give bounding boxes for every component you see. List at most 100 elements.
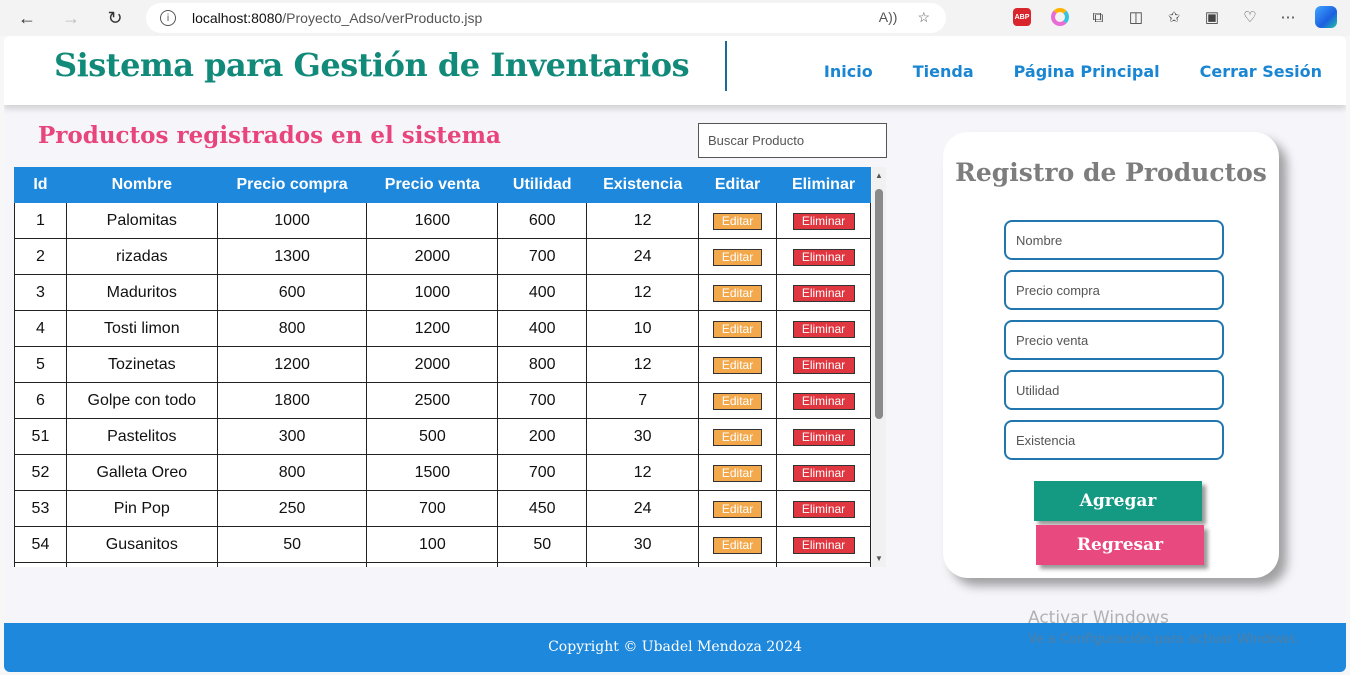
column-header: Precio venta <box>366 167 499 203</box>
address-bar[interactable]: i localhost:8080/Proyecto_Adso/verProduc… <box>146 3 946 33</box>
windows-activation-watermark: Activar Windows Ve a Configuración para … <box>1028 608 1299 647</box>
edit-button[interactable]: Editar <box>713 428 763 446</box>
table-row <box>14 562 871 567</box>
delete-button[interactable]: Eliminar <box>792 248 855 266</box>
cell-nombre: Tozinetas <box>65 346 218 383</box>
edit-button[interactable]: Editar <box>713 284 763 302</box>
nav-tienda[interactable]: Tienda <box>913 62 974 81</box>
cell-utilidad: 700 <box>497 382 588 419</box>
column-header: Existencia <box>586 167 700 203</box>
edit-button[interactable]: Editar <box>713 320 763 338</box>
cell-precio-compra: 250 <box>216 490 368 527</box>
nav-inicio[interactable]: Inicio <box>824 62 873 81</box>
add-button[interactable]: Agregar <box>1034 481 1202 521</box>
search-input[interactable] <box>698 123 887 158</box>
cell-existencia: 12 <box>586 202 700 239</box>
cell-precio-compra: 1000 <box>216 202 368 239</box>
cell-editar: Editar <box>698 202 778 239</box>
delete-button[interactable]: Eliminar <box>792 428 855 446</box>
delete-button[interactable]: Eliminar <box>792 464 855 482</box>
table-scrollbar[interactable]: ▲ ▼ <box>872 167 886 567</box>
favorite-star-icon[interactable]: ☆ <box>917 9 930 26</box>
cell-precio-venta: 2000 <box>366 238 499 275</box>
column-header: Id <box>14 167 67 203</box>
precio-compra-field[interactable] <box>1004 270 1224 310</box>
table-row: 5 Tozinetas 1200 2000 800 12 Editar Eliminar <box>14 346 871 383</box>
extensions-icon[interactable]: ⧉ <box>1086 5 1110 29</box>
products-table: Id Nombre Precio compra Precio venta Uti… <box>14 167 871 567</box>
watermark-line-1: Activar Windows <box>1028 608 1169 628</box>
product-form-panel: Registro de Productos Agregar Regresar <box>943 132 1279 578</box>
cell-nombre: Galleta Oreo <box>65 454 218 491</box>
cell-eliminar: Eliminar <box>776 202 871 239</box>
read-aloud-icon[interactable]: A)) <box>879 9 898 26</box>
cell-precio-venta: 1200 <box>366 310 499 347</box>
back-button[interactable]: Regresar <box>1036 525 1204 565</box>
cell-precio-venta: 1500 <box>366 454 499 491</box>
cell-precio-compra: 300 <box>216 418 368 455</box>
cell-eliminar: Eliminar <box>776 490 871 527</box>
site-info-icon[interactable]: i <box>160 10 176 26</box>
edit-button[interactable]: Editar <box>713 248 763 266</box>
nav-cerrar-sesion[interactable]: Cerrar Sesión <box>1200 62 1322 81</box>
delete-button[interactable]: Eliminar <box>792 356 855 374</box>
edit-button[interactable]: Editar <box>713 536 763 554</box>
nombre-field[interactable] <box>1004 220 1224 260</box>
table-row: 52 Galleta Oreo 800 1500 700 12 Editar Eliminar <box>14 454 871 491</box>
nav-pagina-principal[interactable]: Página Principal <box>1014 62 1160 81</box>
delete-button[interactable]: Eliminar <box>792 320 855 338</box>
edit-button[interactable]: Editar <box>713 356 763 374</box>
cell-utilidad: 50 <box>497 526 588 563</box>
cell-precio-compra: 600 <box>216 274 368 311</box>
edit-button[interactable]: Editar <box>713 464 763 482</box>
delete-button[interactable]: Eliminar <box>792 536 855 554</box>
cell-id: 3 <box>14 274 67 311</box>
browser-essentials-icon[interactable]: ♡ <box>1238 5 1262 29</box>
cell-id: 52 <box>14 454 67 491</box>
cell-precio-compra: 800 <box>216 310 368 347</box>
table-row: 4 Tosti limon 800 1200 400 10 Editar Eliminar <box>14 310 871 347</box>
cell-existencia: 12 <box>586 274 700 311</box>
cell-id: 54 <box>14 526 67 563</box>
delete-button[interactable]: Eliminar <box>792 212 855 230</box>
delete-button[interactable]: Eliminar <box>792 284 855 302</box>
cell-precio-compra: 1300 <box>216 238 368 275</box>
cell-editar: Editar <box>698 490 778 527</box>
cell-existencia: 10 <box>586 310 700 347</box>
utilidad-field[interactable] <box>1004 370 1224 410</box>
more-menu-icon[interactable]: ⋯ <box>1276 5 1300 29</box>
cell-editar: Editar <box>698 526 778 563</box>
edit-button[interactable]: Editar <box>713 392 763 410</box>
favorites-icon[interactable]: ✩ <box>1162 5 1186 29</box>
scroll-down-icon[interactable]: ▼ <box>875 554 883 563</box>
edit-button[interactable]: Editar <box>713 500 763 518</box>
cell-existencia: 12 <box>586 346 700 383</box>
cell-editar: Editar <box>698 454 778 491</box>
products-table-container: Id Nombre Precio compra Precio venta Uti… <box>14 167 886 567</box>
scrollbar-thumb[interactable] <box>875 189 883 419</box>
extension-ring-icon[interactable] <box>1048 5 1072 29</box>
cell-precio-venta: 2500 <box>366 382 499 419</box>
cell-nombre: Pin Pop <box>65 490 218 527</box>
existencia-field[interactable] <box>1004 420 1224 460</box>
split-screen-icon[interactable]: ◫ <box>1124 5 1148 29</box>
cell-eliminar: Eliminar <box>776 274 871 311</box>
copilot-icon[interactable] <box>1314 5 1338 29</box>
collections-icon[interactable]: ▣ <box>1200 5 1224 29</box>
forward-icon[interactable]: → <box>58 5 84 31</box>
adblock-icon[interactable]: ABP <box>1010 5 1034 29</box>
precio-venta-field[interactable] <box>1004 320 1224 360</box>
cell-eliminar <box>776 562 871 567</box>
scroll-up-icon[interactable]: ▲ <box>875 171 883 180</box>
watermark-line-2: Ve a Configuración para activar Windows. <box>1028 632 1300 647</box>
cell-precio-venta: 1000 <box>366 274 499 311</box>
back-icon[interactable]: ← <box>14 5 40 31</box>
delete-button[interactable]: Eliminar <box>792 500 855 518</box>
cell-existencia: 30 <box>586 526 700 563</box>
cell-utilidad: 450 <box>497 490 588 527</box>
delete-button[interactable]: Eliminar <box>792 392 855 410</box>
reload-icon[interactable]: ↻ <box>102 5 128 31</box>
cell-utilidad: 800 <box>497 346 588 383</box>
main-nav: Inicio Tienda Página Principal Cerrar Se… <box>824 62 1322 81</box>
edit-button[interactable]: Editar <box>713 212 763 230</box>
